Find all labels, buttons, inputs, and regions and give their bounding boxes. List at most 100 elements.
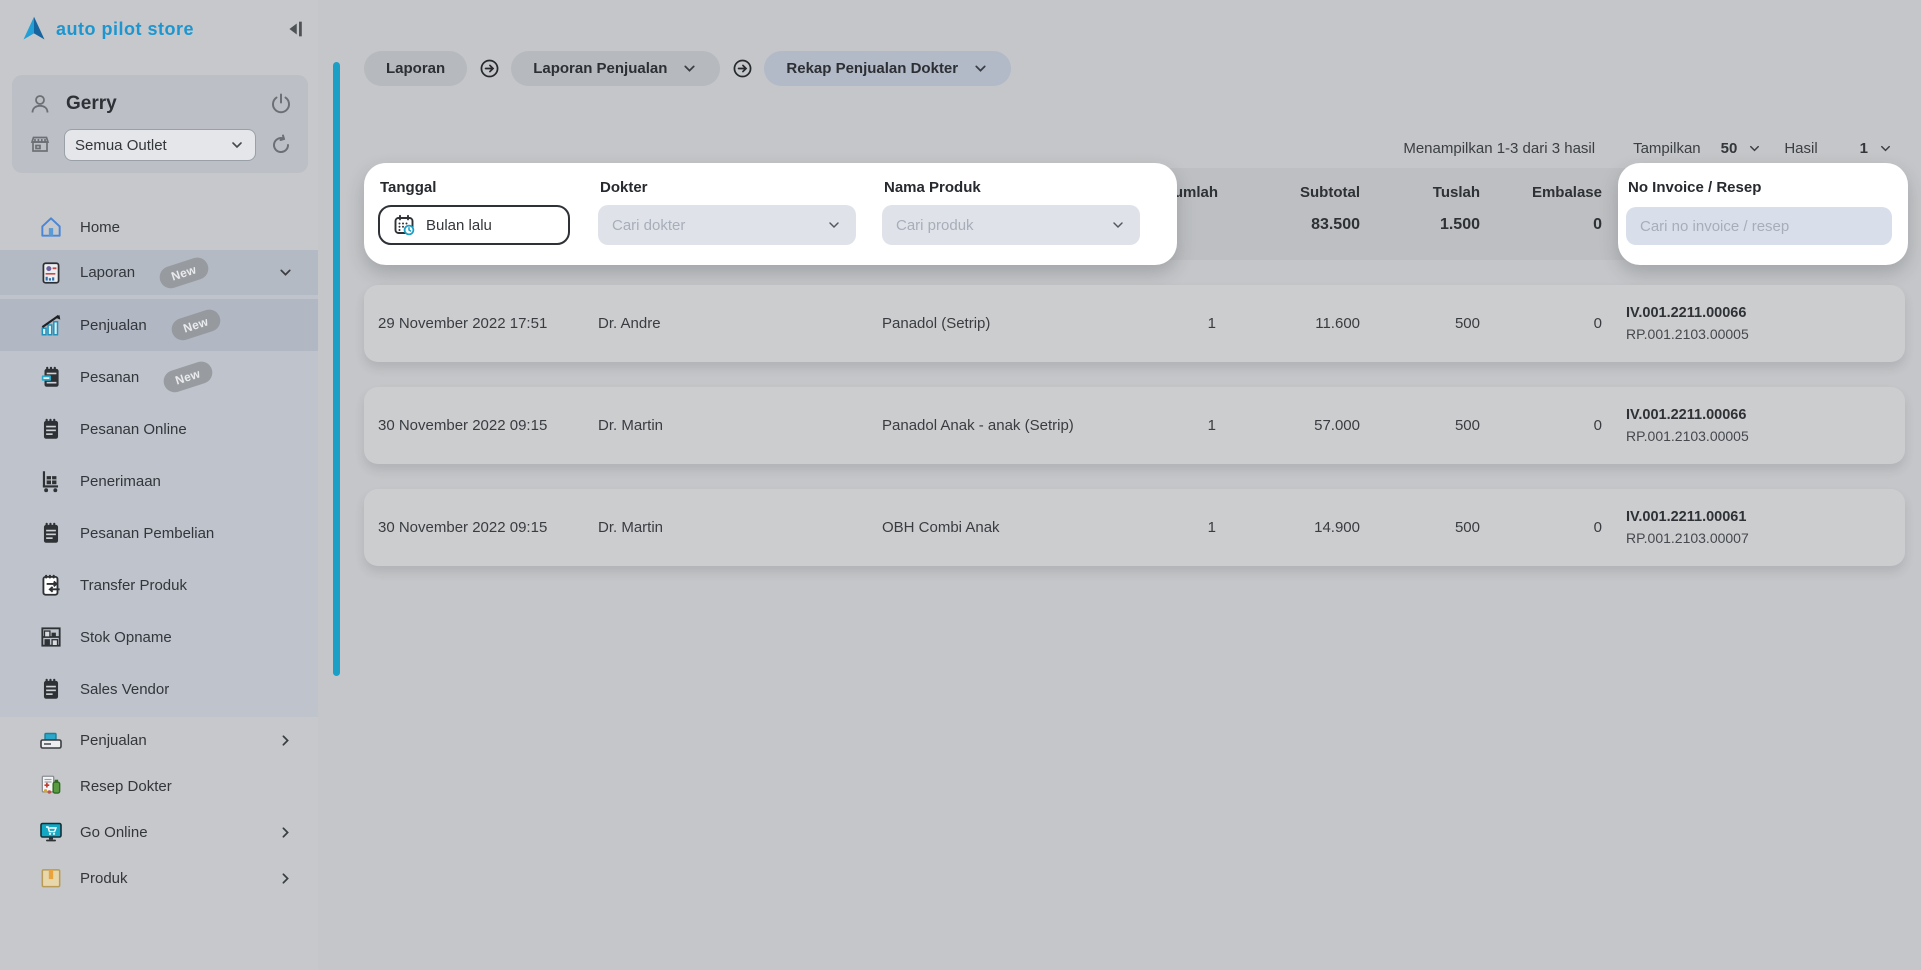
chevron-down-icon	[681, 60, 698, 77]
breadcrumb-laporan-penjualan[interactable]: Laporan Penjualan	[511, 51, 720, 86]
sidebar-item-label: Penjualan	[80, 732, 147, 749]
shelf-icon	[38, 624, 64, 650]
calendar-clock-icon	[392, 213, 416, 237]
sidebar-item-penjualan[interactable]: PenjualanNew	[0, 299, 318, 351]
sidebar-item-pesanan-online[interactable]: Pesanan Online	[0, 403, 318, 455]
notepad-icon	[38, 416, 64, 442]
chevron-right-icon	[277, 870, 294, 887]
cell-date: 30 November 2022 09:15	[378, 489, 547, 566]
doctor-filter-label: Dokter	[600, 179, 648, 196]
storefront-icon	[28, 133, 52, 157]
sidebar-item-transfer-produk[interactable]: Transfer Produk	[0, 559, 318, 611]
sidebar-item-sales-vendor[interactable]: Sales Vendor	[0, 663, 318, 715]
cell-invoice: IV.001.2211.00066 RP.001.2103.00005	[1626, 285, 1749, 362]
cell-invoice: IV.001.2211.00066RP.001.2103.00005	[1626, 387, 1749, 464]
laporan-submenu: PenjualanNewPesananNew Pesanan Online Pene…	[0, 295, 318, 717]
page-size-select[interactable]: 50	[1721, 140, 1763, 157]
notepad-icon	[38, 520, 64, 546]
filters-card: Tanggal Bulan lalu Dokter Cari dokter Na…	[364, 163, 1177, 265]
cash-register-icon	[38, 727, 64, 753]
sidebar-item-home[interactable]: Home	[0, 204, 318, 250]
column-header-tuslah: Tuslah	[1366, 184, 1480, 201]
cell-tuslah: 500	[1366, 489, 1480, 566]
page-size-value: 50	[1721, 140, 1738, 157]
sidebar-item-laporan[interactable]: LaporanNew	[0, 250, 318, 295]
table-row[interactable]: 30 November 2022 09:15Dr. MartinOBH Comb…	[364, 489, 1905, 566]
column-header-subtotal: Subtotal	[1236, 184, 1360, 201]
sidebar-item-pesanan[interactable]: PesananNew	[0, 351, 318, 403]
arrow-circle-right-icon	[478, 57, 500, 79]
sidebar-item-go-online[interactable]: Go Online	[0, 809, 318, 855]
sidebar-item-pesanan-pembelian[interactable]: Pesanan Pembelian	[0, 507, 318, 559]
page-number-value: 1	[1860, 140, 1868, 157]
product-filter-placeholder: Cari produk	[896, 217, 1110, 234]
refresh-icon[interactable]	[268, 132, 294, 158]
sidebar-item-penerimaan[interactable]: Penerimaan	[0, 455, 318, 507]
sidebar-item-label: Resep Dokter	[80, 778, 172, 795]
monitor-cart-icon	[38, 819, 64, 845]
column-header-embalase: Embalase	[1486, 184, 1602, 201]
results-bar: Menampilkan 1-3 dari 3 hasil Tampilkan 5…	[1403, 136, 1893, 160]
sidebar-item-label: Sales Vendor	[80, 681, 169, 698]
invoice-filter-label: No Invoice / Resep	[1628, 179, 1761, 196]
invoice-number: IV.001.2211.00066	[1626, 305, 1749, 321]
chevron-down-icon	[277, 264, 294, 281]
breadcrumb-rekap-penjualan-dokter[interactable]: Rekap Penjualan Dokter	[764, 51, 1011, 86]
resep-number: RP.001.2103.00005	[1626, 428, 1749, 444]
cell-doctor: Dr. Martin	[598, 489, 663, 566]
sidebar: auto pilot store Gerry	[0, 0, 318, 970]
brand-name: auto pilot store	[56, 19, 280, 40]
sidebar-menu: HomeLaporanNewPenjualanNewPesananNewPesa…	[0, 204, 318, 901]
sidebar-item-produk[interactable]: Produk	[0, 855, 318, 901]
cell-tuslah: 500	[1366, 285, 1480, 362]
cell-date: 30 November 2022 09:15	[378, 387, 547, 464]
table-row[interactable]: 30 November 2022 09:15Dr. MartinPanadol …	[364, 387, 1905, 464]
order-pad-icon	[38, 364, 64, 390]
cell-date: 29 November 2022 17:51	[378, 285, 547, 362]
outlet-select[interactable]: Semua Outlet	[64, 129, 256, 161]
cell-embalase: 0	[1486, 387, 1602, 464]
cell-jumlah: 1	[1130, 285, 1230, 362]
cell-product: Panadol (Setrip)	[882, 285, 990, 362]
cell-jumlah: 1	[1130, 387, 1230, 464]
chevron-down-icon	[1110, 217, 1126, 233]
sidebar-scroll-indicator[interactable]	[333, 62, 340, 676]
cell-embalase: 0	[1486, 285, 1602, 362]
new-badge: New	[169, 307, 223, 343]
sidebar-item-stok-opname[interactable]: Stok Opname	[0, 611, 318, 663]
page-number-select[interactable]: 1	[1860, 140, 1893, 157]
paper-plane-logo	[20, 15, 48, 43]
results-summary: Menampilkan 1-3 dari 3 hasil	[1403, 140, 1595, 157]
total-embalase: 0	[1486, 216, 1602, 234]
cell-invoice: IV.001.2211.00061RP.001.2103.00007	[1626, 489, 1749, 566]
cell-subtotal: 57.000	[1236, 387, 1360, 464]
arrow-circle-right-icon	[731, 57, 753, 79]
chevron-down-icon	[1878, 141, 1893, 156]
box-icon	[38, 865, 64, 891]
sales-chart-icon	[38, 312, 64, 338]
handtruck-icon	[38, 468, 64, 494]
chevron-right-icon	[277, 732, 294, 749]
product-filter-select[interactable]: Cari produk	[882, 205, 1140, 245]
collapse-sidebar-icon[interactable]	[280, 15, 308, 43]
breadcrumb-laporan[interactable]: Laporan	[364, 51, 467, 86]
sidebar-item-label: Stok Opname	[80, 629, 172, 646]
new-badge: New	[161, 359, 215, 395]
sidebar-item-penjualan[interactable]: Penjualan	[0, 717, 318, 763]
breadcrumb: Laporan Laporan Penjualan Rekap Penjualan …	[364, 50, 1011, 86]
sidebar-item-label: Pesanan Pembelian	[80, 525, 214, 542]
resep-number: RP.001.2103.00005	[1626, 326, 1749, 342]
user-name: Gerry	[66, 93, 256, 115]
doctor-filter-select[interactable]: Cari dokter	[598, 205, 856, 245]
invoice-search-input[interactable]	[1626, 207, 1892, 245]
user-card: Gerry Semua Outlet	[12, 75, 308, 173]
sidebar-item-resep-dokter[interactable]: Resep Dokter	[0, 763, 318, 809]
date-filter-input[interactable]: Bulan lalu	[378, 205, 570, 245]
doctor-filter-placeholder: Cari dokter	[612, 217, 826, 234]
logout-power-icon[interactable]	[268, 91, 294, 117]
sidebar-item-label: Pesanan Online	[80, 421, 187, 438]
chevron-right-icon	[277, 824, 294, 841]
transfer-pad-icon	[38, 572, 64, 598]
table-row[interactable]: 29 November 2022 17:51Dr. AndrePanadol (…	[364, 285, 1905, 362]
chevron-down-icon	[229, 137, 245, 153]
